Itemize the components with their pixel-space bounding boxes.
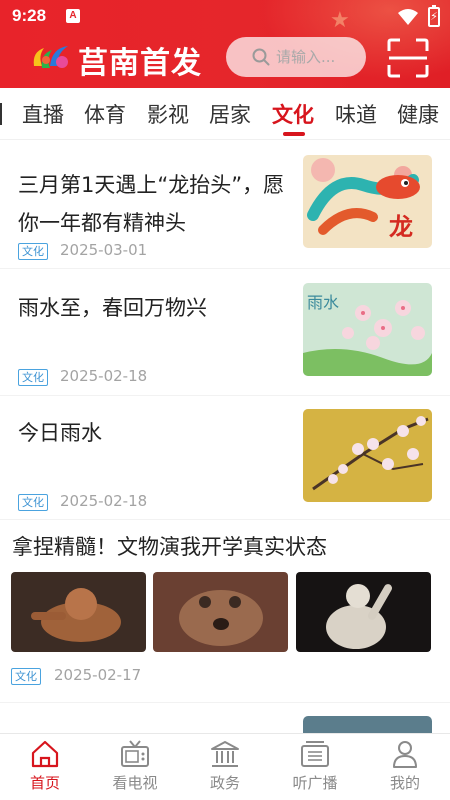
- news-title: 雨水至，春回万物兴: [18, 296, 207, 320]
- news-date: 2025-02-18: [60, 367, 148, 385]
- news-title: 今日雨水: [18, 421, 102, 445]
- tab-culture[interactable]: 文化: [272, 99, 314, 129]
- tab-live[interactable]: 直播: [22, 99, 64, 129]
- news-item[interactable]: 雨水至，春回万物兴 文化 2025-02-18 雨水: [0, 269, 450, 396]
- gallery-image-2: [153, 572, 288, 652]
- tab-sports[interactable]: 体育: [84, 99, 126, 129]
- bottom-navigation: 首页 看电视 政务 听广播 我的: [0, 733, 450, 800]
- search-box[interactable]: [226, 37, 366, 77]
- status-bar: 9:28 A ⚡: [0, 0, 450, 34]
- news-thumbnail: [303, 409, 432, 502]
- news-date: 2025-03-01: [60, 241, 148, 259]
- category-tag: 文化: [11, 668, 41, 685]
- thumbnail-caption: 龙: [389, 212, 413, 241]
- nav-label: 看电视: [112, 774, 158, 792]
- scan-icon[interactable]: [386, 37, 430, 79]
- category-tag: 文化: [18, 243, 48, 260]
- gallery-image-3: [296, 572, 431, 652]
- profile-icon: [393, 741, 417, 768]
- battery-icon: ⚡: [428, 5, 440, 27]
- news-title: 三月第1天遇上“龙抬头”，愿你一年都有精神头: [18, 173, 285, 235]
- tab-flavor[interactable]: 味道: [335, 99, 377, 129]
- nav-government[interactable]: 政务: [180, 734, 270, 800]
- tv-icon: [121, 740, 149, 767]
- government-icon: [211, 741, 239, 767]
- tab-home-living[interactable]: 居家: [209, 99, 251, 129]
- news-thumbnail: 雨水: [303, 283, 432, 376]
- nav-label: 听广播: [292, 774, 338, 792]
- nav-label: 我的: [389, 774, 420, 792]
- category-tag: 文化: [18, 369, 48, 386]
- tab-film[interactable]: 影视: [147, 99, 189, 129]
- category-tag: 文化: [18, 494, 48, 511]
- category-bar: 直播 体育 影视 居家 文化 味道 健康: [0, 88, 450, 140]
- logo-icon: [33, 46, 68, 68]
- tab-health[interactable]: 健康: [397, 99, 439, 129]
- news-item[interactable]: 三月第1天遇上“龙抬头”，愿你一年都有精神头 文化 2025-03-01 龙: [0, 141, 450, 269]
- nav-home[interactable]: 首页: [0, 734, 90, 800]
- thumbnail-caption: 雨水: [307, 293, 340, 312]
- radio-icon: [301, 741, 329, 767]
- news-thumbnail-partial: [303, 716, 432, 733]
- nav-label: 政务: [209, 774, 240, 792]
- news-date: 2025-02-17: [54, 666, 142, 684]
- news-date: 2025-02-18: [60, 492, 148, 510]
- nav-label: 首页: [29, 774, 60, 792]
- gallery-image-1: [11, 572, 146, 652]
- nav-tv[interactable]: 看电视: [90, 734, 180, 800]
- category-scroll-edge: [0, 103, 2, 125]
- notification-icon: A: [66, 9, 80, 23]
- status-time: 9:28: [12, 6, 47, 25]
- search-icon: [252, 48, 270, 66]
- search-input[interactable]: [276, 46, 358, 68]
- home-icon: [31, 740, 59, 768]
- app-header: ★ 9:28 A ⚡ 莒南首发: [0, 0, 450, 88]
- nav-profile[interactable]: 我的: [360, 734, 450, 800]
- nav-radio[interactable]: 听广播: [270, 734, 360, 800]
- news-thumbnail: 龙: [303, 155, 432, 248]
- app-title: 莒南首发: [78, 46, 202, 81]
- news-title: 拿捏精髓！文物演我开学真实状态: [12, 535, 327, 559]
- active-tab-indicator: [283, 132, 305, 136]
- news-item[interactable]: 今日雨水 文化 2025-02-18: [0, 396, 450, 520]
- wifi-icon: [398, 9, 418, 25]
